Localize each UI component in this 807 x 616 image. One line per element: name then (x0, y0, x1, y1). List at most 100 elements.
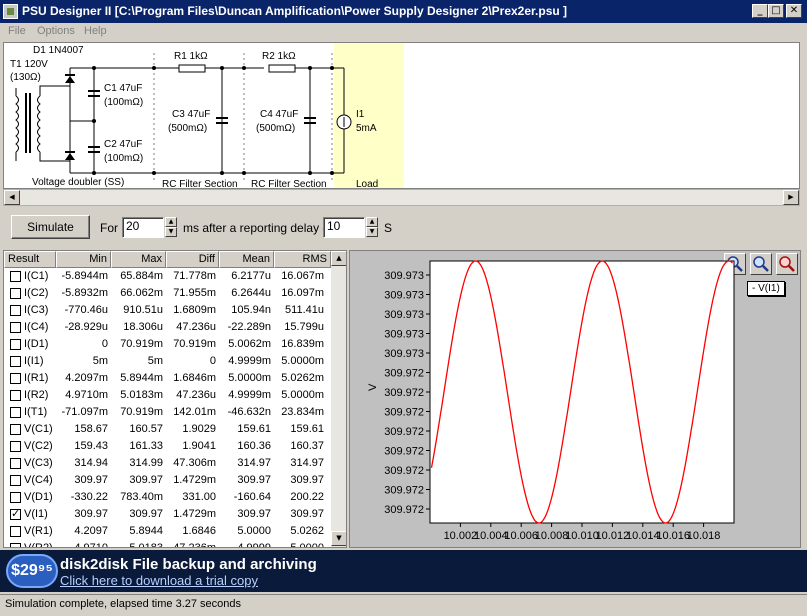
result-checkbox[interactable] (10, 507, 21, 520)
result-name: I(C4) (24, 321, 49, 333)
result-checkbox[interactable] (10, 271, 21, 282)
result-max: 783.40m (120, 491, 163, 503)
simulate-button[interactable]: Simulate (11, 215, 90, 239)
spin-up-icon[interactable]: ▲ (165, 217, 177, 227)
spin-down-icon[interactable]: ▼ (366, 227, 378, 237)
label-i1: I1 (356, 109, 365, 120)
table-row[interactable]: I(I1) 5m 5m 0 4.9999m 5.0000m (4, 353, 331, 370)
result-min: 4.2097 (74, 525, 108, 537)
schematic-canvas[interactable]: D1 1N4007 T1 120V (130Ω) C1 47uF (100mΩ)… (3, 42, 800, 189)
y-tick-label: 309.972 (384, 387, 424, 399)
table-row[interactable]: V(R2) 4.9710 5.0183 47.236m 4.9999 5.0000 (4, 540, 331, 548)
ad-banner[interactable]: $29⁹⁵ disk2disk File backup and archivin… (0, 550, 807, 592)
plot-frame (429, 260, 735, 524)
result-checkbox[interactable] (10, 458, 21, 469)
ad-download-link[interactable]: Click here to download a trial copy (60, 573, 258, 588)
result-min: -5.8932m (61, 287, 108, 299)
result-mean: 4.9999m (228, 389, 271, 401)
result-checkbox[interactable] (10, 441, 21, 452)
table-row[interactable]: V(I1) 309.97 309.97 1.4729m 309.97 309.97 (4, 506, 331, 523)
result-max: 5.0183m (120, 389, 163, 401)
result-checkbox[interactable] (10, 407, 21, 418)
y-tick-label: 309.972 (384, 504, 424, 516)
minimize-button[interactable]: _ (752, 4, 768, 18)
result-checkbox[interactable] (10, 356, 21, 367)
result-max: 5.8944 (129, 525, 163, 537)
schematic-horizontal-scrollbar[interactable]: ◀ ▶ (3, 189, 800, 206)
table-row[interactable]: I(D1) 0 70.919m 70.919m 5.0062m 16.839m (4, 336, 331, 353)
spin-down-icon[interactable]: ▼ (165, 227, 177, 237)
scroll-up-icon[interactable]: ▲ (331, 251, 346, 266)
table-row[interactable]: V(C4) 309.97 309.97 1.4729m 309.97 309.97 (4, 472, 331, 489)
scroll-left-icon[interactable]: ◀ (4, 190, 20, 205)
delay-input[interactable]: 10 (323, 217, 365, 238)
menu-help[interactable]: Help (84, 25, 107, 37)
col-diff[interactable]: Diff (166, 251, 219, 268)
maximize-button[interactable]: □ (768, 4, 784, 18)
close-button[interactable]: ✕ (786, 4, 802, 18)
result-checkbox[interactable] (10, 305, 21, 316)
result-diff: 47.236u (176, 389, 216, 401)
delay-spinner[interactable]: ▲ ▼ (366, 217, 378, 237)
result-checkbox[interactable] (10, 390, 21, 401)
table-row[interactable]: V(R1) 4.2097 5.8944 1.6846 5.0000 5.0262 (4, 523, 331, 540)
result-mean: 4.9999 (237, 542, 271, 548)
table-row[interactable]: V(C3) 314.94 314.99 47.306m 314.97 314.97 (4, 455, 331, 472)
col-rms[interactable]: RMS (274, 251, 331, 268)
table-row[interactable]: I(C3) -770.46u 910.51u 1.6809m 105.94n 511.41… (4, 302, 331, 319)
result-checkbox[interactable] (10, 373, 21, 384)
spin-up-icon[interactable]: ▲ (366, 217, 378, 227)
table-row[interactable]: I(C1) -5.8944m 65.884m 71.778m 6.2177u 16.067… (4, 268, 331, 285)
result-name: I(R2) (24, 389, 49, 401)
result-checkbox[interactable] (10, 475, 21, 486)
simulation-controls: Simulate For 20 ▲ ▼ ms after a reporting … (0, 207, 807, 247)
col-max[interactable]: Max (111, 251, 166, 268)
col-mean[interactable]: Mean (219, 251, 274, 268)
result-max: 5m (147, 355, 163, 367)
menu-file[interactable]: File (8, 25, 26, 37)
table-row[interactable]: V(D1) -330.22 783.40m 331.00 -160.64 200.22 (4, 489, 331, 506)
y-tick-label: 309.972 (384, 426, 424, 438)
x-tick-label: 10.014 (626, 530, 660, 542)
waveform-chart[interactable]: - V(I1) 309.973 309.973 309.973 309.973 309.… (349, 250, 801, 548)
result-min: 158.67 (74, 423, 108, 435)
result-checkbox[interactable] (10, 424, 21, 435)
duration-spinner[interactable]: ▲ ▼ (165, 217, 177, 237)
table-row[interactable]: I(R1) 4.2097m 5.8944m 1.6846m 5.0000m 5.0262m (4, 370, 331, 387)
col-min[interactable]: Min (56, 251, 111, 268)
scroll-down-icon[interactable]: ▼ (331, 531, 346, 546)
label-c4-esr: (500mΩ) (256, 123, 296, 134)
table-row[interactable]: I(R2) 4.9710m 5.0183m 47.236u 4.9999m 5.0000m (4, 387, 331, 404)
results-vertical-scrollbar[interactable]: ▲ ▼ (331, 251, 346, 547)
result-rms: 16.839m (281, 338, 324, 350)
result-checkbox[interactable] (10, 492, 21, 503)
result-mean: 314.97 (237, 457, 271, 469)
result-checkbox[interactable] (10, 339, 21, 350)
duration-input[interactable]: 20 (122, 217, 164, 238)
menu-options[interactable]: Options (37, 25, 75, 37)
col-result[interactable]: Result (4, 251, 56, 268)
table-row[interactable]: V(C1) 158.67 160.57 1.9029 159.61 159.61 (4, 421, 331, 438)
result-max: 910.51u (123, 304, 163, 316)
table-row[interactable]: I(T1) -71.097m 70.919m 142.01m -46.632n 23.83… (4, 404, 331, 421)
result-max: 309.97 (129, 508, 163, 520)
result-checkbox[interactable] (10, 543, 21, 547)
y-tick-label: 309.973 (384, 348, 424, 360)
table-row[interactable]: I(C4) -28.929u 18.306u 47.236u -22.289n 15.79… (4, 319, 331, 336)
scroll-right-icon[interactable]: ▶ (783, 190, 799, 205)
x-tick-label: 10.008 (535, 530, 569, 542)
result-diff: 47.236u (176, 321, 216, 333)
result-name: V(C3) (24, 457, 53, 469)
result-diff: 1.4729m (173, 508, 216, 520)
result-checkbox[interactable] (10, 322, 21, 333)
result-checkbox[interactable] (10, 288, 21, 299)
menu-bar: File Options Help (0, 23, 807, 41)
plot-area: 309.973 309.973 309.973 309.973 309.973 309.9… (367, 260, 735, 542)
result-diff: 331.00 (182, 491, 216, 503)
result-diff: 1.6809m (173, 304, 216, 316)
result-checkbox[interactable] (10, 526, 21, 537)
table-row[interactable]: V(C2) 159.43 161.33 1.9041 160.36 160.37 (4, 438, 331, 455)
y-tick-label: 309.973 (384, 290, 424, 302)
result-mean: 105.94n (231, 304, 271, 316)
table-row[interactable]: I(C2) -5.8932m 66.062m 71.955m 6.2644u 16.097… (4, 285, 331, 302)
